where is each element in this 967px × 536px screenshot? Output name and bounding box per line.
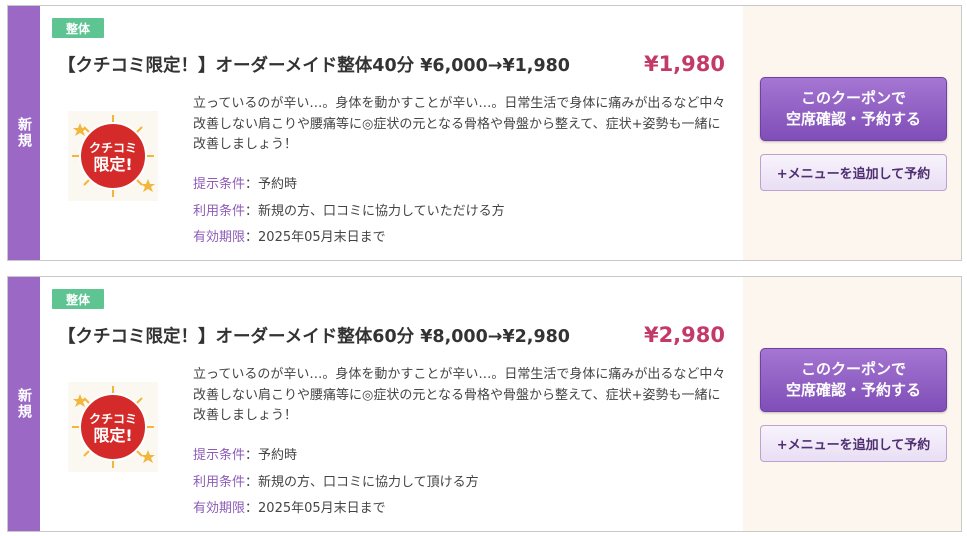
condition-value: 予約時 [258, 177, 298, 192]
category-tag: 整体 [52, 289, 104, 309]
condition-row: 提示条件：予約時 [193, 448, 298, 463]
coupon-title: 【クチコミ限定！】オーダーメイド整体60分 ¥8,000→¥2,980 [58, 327, 570, 347]
condition-label: 提示条件 [193, 177, 246, 192]
reserve-button-line1: このクーポンで [800, 360, 906, 378]
new-customer-badge: 新規 [8, 6, 40, 260]
coupon-description: 立っているのが辛い…。身体を動かすことが辛い…。日常生活で身体に痛みが出るなど中… [193, 367, 726, 423]
coupon-conditions: 提示条件：予約時 利用条件：新規の方、口コミに協力していただける方 有効期限：2… [193, 172, 505, 252]
reserve-with-coupon-button[interactable]: このクーポンで 空席確認・予約する [760, 77, 947, 141]
review-limited-badge-image: クチコミ 限定! [68, 382, 158, 472]
coupon-price: ¥2,980 [643, 323, 725, 347]
condition-row: 提示条件：予約時 [193, 177, 298, 192]
condition-label: 利用条件 [193, 203, 246, 219]
add-menu-and-reserve-button[interactable]: +メニューを追加して予約 [760, 154, 947, 191]
condition-label: 提示条件 [193, 448, 246, 463]
svg-text:限定!: 限定! [93, 426, 132, 445]
svg-text:クチコミ: クチコミ [89, 141, 137, 155]
condition-label: 利用条件 [193, 474, 246, 490]
svg-text:限定!: 限定! [93, 155, 132, 174]
coupon-title: 【クチコミ限定！】オーダーメイド整体40分 ¥6,000→¥1,980 [58, 56, 570, 76]
reserve-button-line1: このクーポンで [800, 89, 906, 107]
review-limited-badge-image: クチコミ 限定! [68, 111, 158, 201]
coupon-card: 新規 整体 【クチコミ限定！】オーダーメイド整体60分 ¥8,000→¥2,98… [7, 276, 962, 532]
condition-row: 利用条件：新規の方、口コミに協力していただける方 [193, 203, 505, 219]
condition-row: 利用条件：新規の方、口コミに協力して頂ける方 [193, 474, 479, 490]
reserve-button-line2: 空席確認・予約する [785, 381, 921, 399]
add-menu-and-reserve-button[interactable]: +メニューを追加して予約 [760, 425, 947, 462]
reserve-with-coupon-button[interactable]: このクーポンで 空席確認・予約する [760, 348, 947, 412]
svg-text:クチコミ: クチコミ [89, 412, 137, 426]
condition-value: 新規の方、口コミに協力して頂ける方 [258, 474, 479, 490]
condition-row: 有効期限：2025年05月末日まで [193, 501, 386, 516]
coupon-price: ¥1,980 [643, 52, 725, 76]
condition-value: 2025年05月末日まで [258, 230, 386, 245]
condition-value: 2025年05月末日まで [258, 501, 386, 516]
condition-label: 有効期限 [193, 501, 246, 516]
category-tag: 整体 [52, 18, 104, 38]
condition-value: 予約時 [258, 448, 298, 463]
condition-label: 有効期限 [193, 230, 246, 245]
coupon-conditions: 提示条件：予約時 利用条件：新規の方、口コミに協力して頂ける方 有効期限：202… [193, 443, 479, 523]
condition-value: 新規の方、口コミに協力していただける方 [258, 203, 505, 219]
new-customer-badge: 新規 [8, 277, 40, 531]
coupon-card: 新規 整体 【クチコミ限定！】オーダーメイド整体40分 ¥6,000→¥1,98… [7, 5, 962, 261]
condition-row: 有効期限：2025年05月末日まで [193, 230, 386, 245]
coupon-description: 立っているのが辛い…。身体を動かすことが辛い…。日常生活で身体に痛みが出るなど中… [193, 96, 726, 152]
reserve-button-line2: 空席確認・予約する [785, 110, 921, 128]
